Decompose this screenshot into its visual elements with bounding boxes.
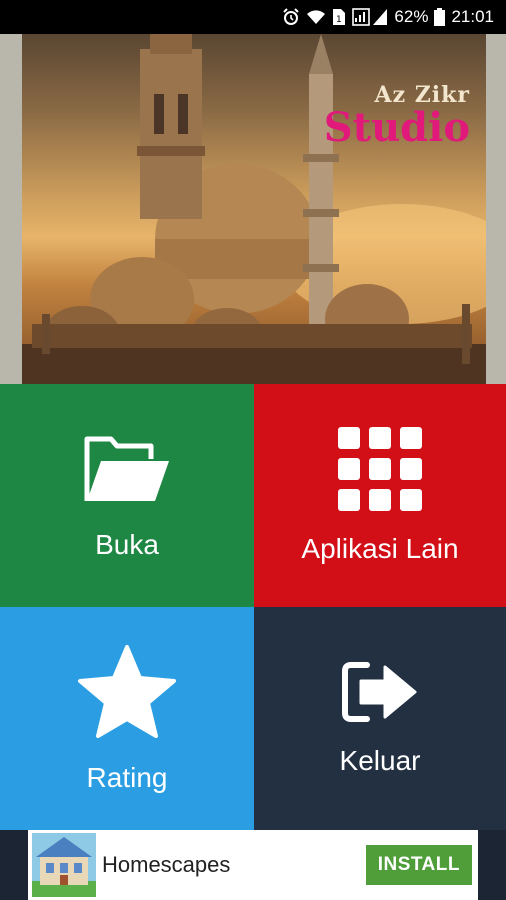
alarm-icon bbox=[283, 8, 300, 25]
other-apps-button[interactable]: Aplikasi Lain bbox=[254, 384, 506, 607]
apps-grid-icon bbox=[338, 426, 422, 511]
sim-icon: 1 bbox=[333, 9, 346, 25]
clock: 21:01 bbox=[451, 7, 494, 26]
ad-app-name: Homescapes bbox=[102, 852, 231, 877]
wifi-icon bbox=[307, 10, 326, 24]
star-icon bbox=[78, 644, 176, 738]
ad-card[interactable]: Homescapes INSTALL bbox=[28, 830, 478, 900]
battery-percent: 62% bbox=[394, 7, 429, 26]
exit-button[interactable]: Keluar bbox=[254, 607, 506, 830]
install-button[interactable]: INSTALL bbox=[365, 845, 472, 885]
svg-text:1: 1 bbox=[336, 15, 342, 25]
rating-button[interactable]: Rating bbox=[0, 607, 254, 830]
banner-frame: Az Zikr Studio bbox=[0, 34, 506, 384]
ad-banner: Homescapes INSTALL bbox=[0, 830, 506, 900]
other-apps-label: Aplikasi Lain bbox=[301, 532, 459, 564]
app-thumbnail-icon bbox=[32, 833, 96, 897]
brand-logo: Az Zikr Studio bbox=[324, 82, 470, 148]
signal-icon bbox=[352, 8, 388, 26]
mosque-banner: Az Zikr Studio bbox=[22, 34, 486, 384]
menu-grid: Buka Aplikasi Lain Rating Keluar bbox=[0, 384, 506, 830]
battery-icon bbox=[434, 8, 446, 26]
folder-open-icon bbox=[84, 436, 169, 501]
exit-label: Keluar bbox=[339, 744, 421, 776]
status-bar: 1 62% 21:01 bbox=[0, 0, 506, 34]
sign-out-icon bbox=[342, 661, 417, 722]
open-button[interactable]: Buka bbox=[0, 384, 254, 607]
open-label: Buka bbox=[95, 528, 159, 560]
rating-label: Rating bbox=[86, 761, 168, 793]
brand-line2: Studio bbox=[323, 104, 470, 151]
